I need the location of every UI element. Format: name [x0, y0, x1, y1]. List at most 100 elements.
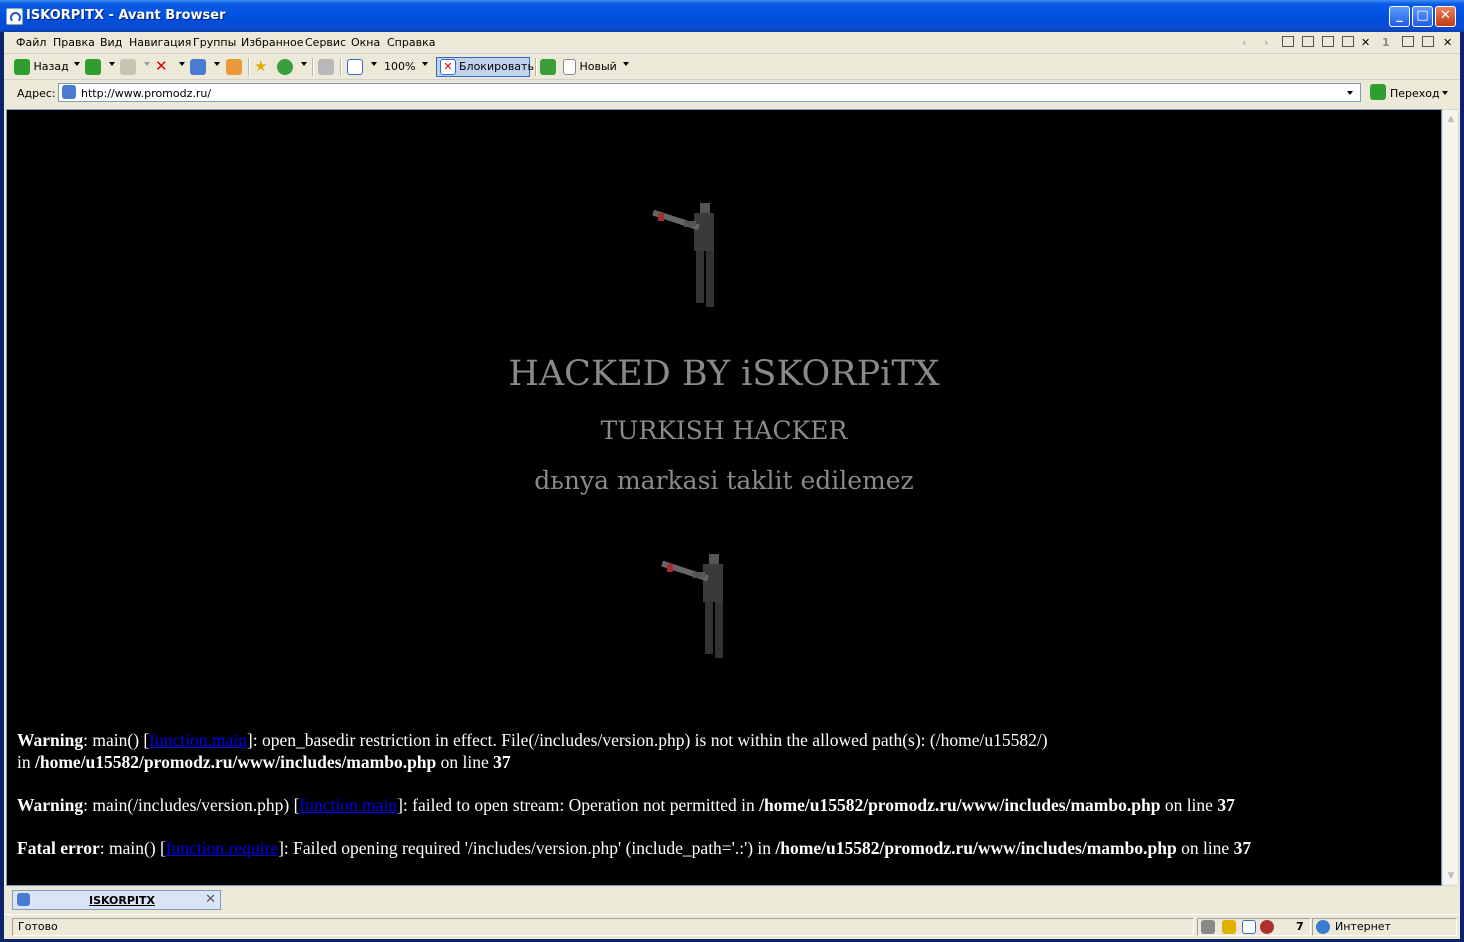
function-main-link[interactable]: function.main: [299, 795, 397, 815]
menu-navigation[interactable]: Навигация: [129, 36, 191, 49]
error-label: Warning: [17, 795, 84, 815]
refresh-dropdown-icon[interactable]: [214, 62, 220, 66]
history-button[interactable]: [277, 58, 293, 75]
stop-dropdown-icon[interactable]: [179, 62, 185, 66]
history-dropdown-icon[interactable]: [301, 62, 307, 66]
tab-iskorpitx[interactable]: ISKORPITX ✕: [12, 890, 221, 910]
address-label: Адрес:: [17, 87, 56, 100]
forward-button[interactable]: [85, 58, 101, 75]
zoom-dropdown-icon[interactable]: [422, 62, 428, 66]
error-text: : main(/includes/version.php) [: [83, 795, 300, 815]
close-icon: ✕: [1440, 8, 1451, 23]
prev-window-icon[interactable]: ‹: [1242, 36, 1246, 49]
mdi-minimize-icon[interactable]: [1402, 36, 1414, 47]
minimize-button[interactable]: _: [1389, 6, 1410, 27]
menu-view[interactable]: Вид: [100, 36, 122, 49]
error-label: Warning: [17, 730, 84, 750]
address-dropdown-icon[interactable]: [1343, 85, 1358, 100]
download-icon[interactable]: [1201, 920, 1215, 934]
menu-groups[interactable]: Группы: [193, 36, 236, 49]
new-window-button[interactable]: Новый: [563, 58, 617, 75]
address-input[interactable]: http://www.promodz.ru/: [58, 83, 1361, 102]
menu-favorites[interactable]: Избранное: [241, 36, 303, 49]
flash-animation-button[interactable]: [540, 58, 556, 75]
forward-arrow-icon: [85, 59, 101, 75]
next-window-icon[interactable]: ›: [1264, 36, 1268, 49]
print-icon: [318, 59, 334, 75]
page-viewport[interactable]: HACKED BY iSKORPiTX TURKISH HACKER dьnya…: [6, 109, 1442, 886]
new-page-icon: [563, 59, 576, 75]
vertical-scrollbar[interactable]: ▲ ▼: [1442, 109, 1459, 886]
zone-panel: Интернет: [1312, 918, 1457, 936]
error-text: ]: open_basedir restriction in effect. F…: [246, 730, 1048, 750]
error-line: 37: [1217, 795, 1235, 815]
new-dropdown-icon[interactable]: [623, 62, 629, 66]
function-require-link[interactable]: function.require: [166, 838, 278, 858]
up-button[interactable]: [120, 58, 136, 75]
window-titlebar[interactable]: ISKORPITX - Avant Browser _ □ ✕: [0, 0, 1464, 32]
back-button[interactable]: Назад: [14, 58, 69, 75]
status-icons-panel: 7: [1197, 918, 1311, 936]
go-arrow-icon: [1370, 84, 1386, 100]
tab-bar: ISKORPITX ✕: [4, 887, 1460, 914]
close-button[interactable]: ✕: [1435, 6, 1456, 27]
home-button[interactable]: [226, 58, 242, 75]
go-dropdown-icon[interactable]: [1442, 91, 1448, 95]
soldier-image-top: [652, 203, 714, 307]
error-label: Fatal error: [17, 838, 100, 858]
status-bar: Готово 7 Интернет: [4, 914, 1460, 939]
avant-browser-icon[interactable]: [6, 8, 23, 25]
view-button[interactable]: [347, 58, 363, 75]
refresh-button[interactable]: [190, 58, 206, 75]
flash-blocker-icon[interactable]: [1260, 920, 1274, 934]
function-main-link[interactable]: function.main: [149, 730, 247, 750]
back-label: Назад: [33, 60, 69, 73]
back-dropdown-icon[interactable]: [74, 62, 80, 66]
print-button[interactable]: [318, 58, 334, 75]
maximize-all-icon[interactable]: [1342, 36, 1354, 47]
page-counter: 1: [1382, 36, 1390, 49]
go-button[interactable]: Переход: [1366, 83, 1456, 103]
stop-icon: ✕: [155, 57, 168, 75]
window-view-icon: [347, 59, 363, 75]
security-icon[interactable]: [1222, 920, 1236, 934]
forward-dropdown-icon[interactable]: [109, 62, 115, 66]
go-label: Переход: [1390, 87, 1440, 100]
menu-tools[interactable]: Сервис: [305, 36, 346, 49]
php-fatal-error: Fatal error: main() [function.require]: …: [17, 837, 1417, 859]
tab-close-icon[interactable]: ✕: [205, 892, 216, 907]
hack-tagline: dьnya markasi taklit edilemez: [534, 466, 914, 495]
tab-label: ISKORPITX: [89, 894, 156, 907]
up-dropdown-icon[interactable]: [144, 62, 150, 66]
menu-edit[interactable]: Правка: [53, 36, 95, 49]
tile-vertical-icon[interactable]: [1322, 36, 1334, 47]
popup-blocker-icon[interactable]: [1242, 920, 1256, 934]
history-icon: [277, 59, 293, 75]
view-dropdown-icon[interactable]: [371, 62, 377, 66]
menu-windows[interactable]: Окна: [351, 36, 380, 49]
main-toolbar: Назад ✕ ★ 100% ✕ Блокировать Новый: [4, 54, 1460, 80]
scroll-down-icon[interactable]: ▼: [1444, 869, 1458, 883]
maximize-button[interactable]: □: [1412, 6, 1433, 27]
mdi-close-icon[interactable]: ✕: [1443, 36, 1452, 49]
scroll-up-icon[interactable]: ▲: [1444, 112, 1458, 126]
error-text: on line: [1164, 795, 1213, 815]
stop-button[interactable]: ✕: [155, 58, 168, 75]
tab-page-icon: [17, 893, 30, 906]
block-label: Блокировать: [459, 60, 534, 73]
close-all-icon[interactable]: ✕: [1361, 36, 1370, 49]
maximize-icon: □: [1416, 8, 1429, 23]
zoom-control[interactable]: 100%: [384, 58, 415, 75]
error-text: ]: Failed opening required '/includes/ve…: [278, 838, 772, 858]
blocked-count: 7: [1296, 920, 1304, 933]
menu-file[interactable]: Файл: [16, 36, 46, 49]
error-line: 37: [1233, 838, 1252, 858]
popup-block-button[interactable]: ✕ Блокировать: [436, 57, 534, 77]
cascade-icon[interactable]: [1282, 36, 1294, 47]
favorites-button[interactable]: ★: [254, 58, 267, 75]
tile-horizontal-icon[interactable]: [1302, 36, 1314, 47]
menu-help[interactable]: Справка: [387, 36, 435, 49]
hack-subtitle: TURKISH HACKER: [600, 416, 848, 445]
mdi-restore-icon[interactable]: [1422, 36, 1434, 47]
flash-icon: [540, 59, 556, 75]
